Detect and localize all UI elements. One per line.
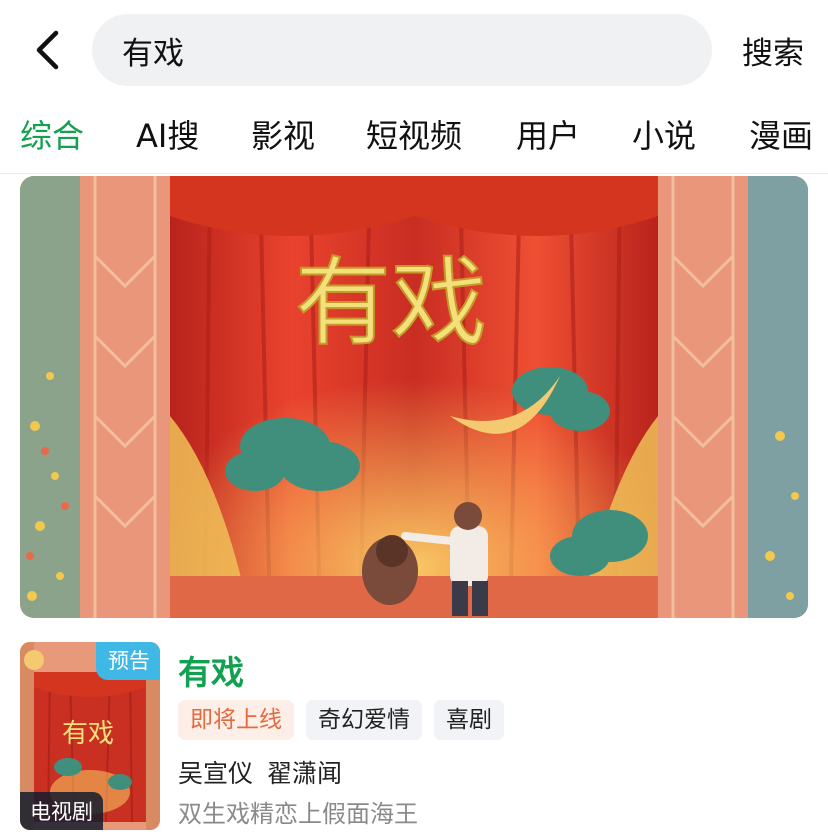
trailer-badge: 预告 (96, 642, 160, 680)
search-result-card[interactable]: 有戏 预告 电视剧 有戏 即将上线 奇幻爱情 喜剧 吴宣仪 翟潇闻 双生戏精恋上… (20, 640, 808, 830)
banner-poster[interactable]: 有戏 (20, 176, 808, 618)
back-button[interactable] (22, 22, 72, 78)
genre-tag[interactable]: 喜剧 (434, 700, 504, 740)
result-title[interactable]: 有戏 (178, 646, 244, 694)
tab-users[interactable]: 用户 (516, 112, 580, 160)
search-input[interactable]: 有戏 (92, 14, 712, 86)
banner-title-art: 有戏 (295, 247, 487, 359)
top-bar: 有戏 搜索 (0, 0, 828, 100)
search-query-text: 有戏 (122, 35, 184, 72)
tab-short-video[interactable]: 短视频 (366, 112, 462, 160)
chevron-left-icon (36, 30, 59, 70)
result-poster[interactable]: 有戏 预告 电视剧 (20, 642, 160, 830)
tab-comics[interactable]: 漫画 (749, 112, 813, 160)
status-tag[interactable]: 即将上线 (178, 700, 294, 740)
tab-ai-search[interactable]: AI搜 (136, 112, 199, 160)
tab-overall[interactable]: 综合 (20, 112, 84, 160)
tab-novels[interactable]: 小说 (632, 112, 696, 160)
result-cast: 吴宣仪 翟潇闻 (178, 759, 342, 788)
poster-title-art: 有戏 (62, 719, 114, 749)
genre-tag[interactable]: 奇幻爱情 (306, 700, 422, 740)
result-description: 双生戏精恋上假面海王 (178, 800, 418, 828)
tab-film-tv[interactable]: 影视 (251, 112, 315, 160)
banner-illustration: 有戏 (20, 176, 808, 618)
search-button[interactable]: 搜索 (728, 22, 818, 78)
content-type-badge: 电视剧 (20, 792, 103, 830)
category-tabs: 综合 AI搜 影视 短视频 用户 小说 漫画 (0, 100, 828, 174)
result-tags: 即将上线 奇幻爱情 喜剧 (178, 700, 504, 740)
result-info: 有戏 即将上线 奇幻爱情 喜剧 吴宣仪 翟潇闻 双生戏精恋上假面海王 (178, 640, 798, 830)
